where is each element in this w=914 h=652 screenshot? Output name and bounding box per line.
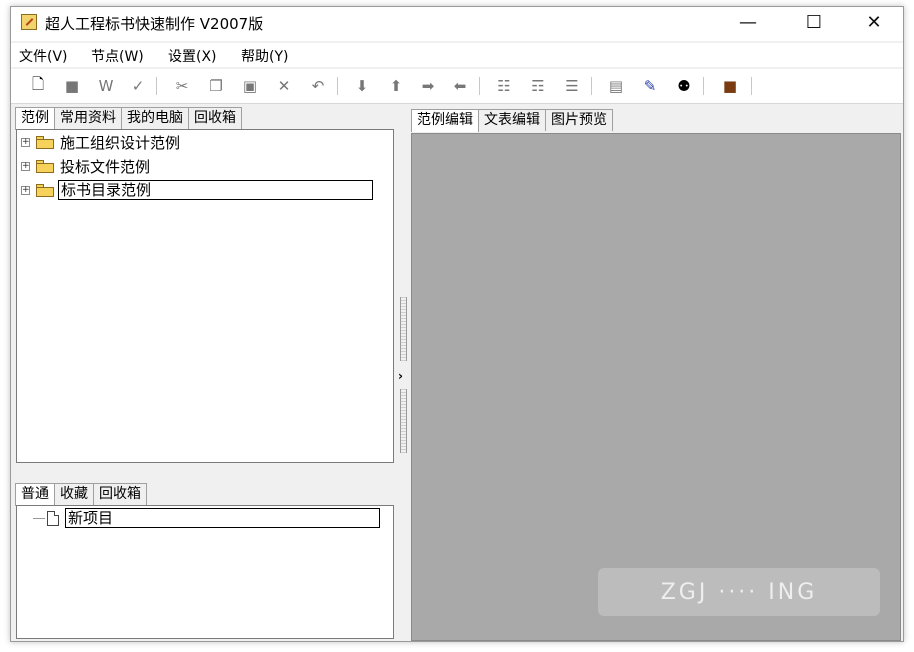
menu-bar: 文件(V) 节点(W) 设置(X) 帮助(Y) bbox=[11, 43, 903, 67]
paste-icon[interactable]: ▣ bbox=[239, 75, 261, 97]
app-window: 超人工程标书快速制作 V2007版 — ☐ ✕ 文件(V) 节点(W) 设置(X… bbox=[10, 6, 904, 642]
toolbar-separator bbox=[479, 77, 480, 95]
editor-area[interactable]: ZGJ ···· ING bbox=[411, 133, 901, 641]
move-right-icon[interactable]: ➡ bbox=[417, 75, 439, 97]
tree-item-label: 标书目录范例 bbox=[58, 180, 373, 200]
new-file-icon[interactable]: 🗋 bbox=[27, 75, 49, 97]
document-icon bbox=[47, 510, 59, 526]
tree-item-label: 施工组织设计范例 bbox=[60, 133, 181, 152]
template-pane: 范例 常用资料 我的电脑 回收箱 + 施工组织设计范例 + 投标文件范例 + 标… bbox=[15, 107, 396, 463]
edit-note-icon[interactable]: ✎ bbox=[639, 75, 661, 97]
tab-examples[interactable]: 范例 bbox=[15, 107, 55, 130]
tab-favorites[interactable]: 收藏 bbox=[54, 483, 94, 505]
tree-line bbox=[33, 517, 45, 519]
menu-node[interactable]: 节点(W) bbox=[91, 46, 144, 66]
move-top-icon[interactable]: ⬆ bbox=[385, 75, 407, 97]
watermark: ZGJ ···· ING bbox=[598, 568, 880, 616]
template-tabs: 范例 常用资料 我的电脑 回收箱 bbox=[15, 107, 242, 130]
save-icon[interactable]: ■ bbox=[61, 75, 83, 97]
menu-file[interactable]: 文件(V) bbox=[19, 46, 68, 66]
project-tabs: 普通 收藏 回收箱 bbox=[15, 483, 147, 506]
tab-recycle-bin[interactable]: 回收箱 bbox=[188, 107, 242, 129]
tab-normal[interactable]: 普通 bbox=[15, 483, 55, 506]
minimize-button[interactable]: — bbox=[725, 7, 771, 41]
node-merge-icon[interactable]: ☰ bbox=[561, 75, 583, 97]
tab-common-materials[interactable]: 常用资料 bbox=[54, 107, 122, 129]
project-item[interactable]: 新项目 bbox=[33, 507, 380, 529]
menu-help[interactable]: 帮助(Y) bbox=[241, 46, 288, 66]
exit-icon[interactable]: ■ bbox=[719, 75, 741, 97]
editor-pane: 范例编辑 文表编辑 图片预览 ZGJ ···· ING bbox=[411, 107, 901, 641]
undo-icon[interactable]: ↶ bbox=[307, 75, 329, 97]
find-icon[interactable]: ⚉ bbox=[673, 75, 695, 97]
app-logo-icon bbox=[21, 14, 37, 30]
toolbar: 🗋 ■ W ✓ ✂ ❐ ▣ ✕ ↶ ⬇ ⬆ ➡ ⬅ ☷ ☶ ☰ ▤ ✎ ⚉ ■ bbox=[11, 69, 903, 104]
project-pane: 普通 收藏 回收箱 新项目 bbox=[15, 483, 396, 641]
move-left-icon[interactable]: ⬅ bbox=[449, 75, 471, 97]
move-up-icon[interactable]: ⬇ bbox=[351, 75, 373, 97]
tab-recycle[interactable]: 回收箱 bbox=[93, 483, 147, 505]
delete-icon[interactable]: ✕ bbox=[273, 75, 295, 97]
toolbar-separator bbox=[337, 77, 338, 95]
project-item-label: 新项目 bbox=[65, 508, 380, 528]
tree-item[interactable]: + 投标文件范例 bbox=[21, 155, 152, 177]
toolbar-separator bbox=[751, 77, 752, 95]
tab-text-table-edit[interactable]: 文表编辑 bbox=[478, 109, 546, 131]
toolbar-separator bbox=[591, 77, 592, 95]
editor-tabs: 范例编辑 文表编辑 图片预览 bbox=[411, 109, 613, 132]
cut-icon[interactable]: ✂ bbox=[171, 75, 193, 97]
template-tree[interactable]: + 施工组织设计范例 + 投标文件范例 + 标书目录范例 bbox=[16, 129, 394, 463]
splitter-grip[interactable] bbox=[400, 389, 407, 453]
tree-item[interactable]: + 标书目录范例 bbox=[21, 179, 373, 201]
toolbar-separator bbox=[703, 77, 704, 95]
menu-settings[interactable]: 设置(X) bbox=[168, 46, 217, 66]
expand-icon[interactable]: + bbox=[21, 161, 30, 171]
toolbar-separator bbox=[156, 77, 157, 95]
chevron-right-icon[interactable]: › bbox=[398, 369, 403, 383]
tab-example-edit[interactable]: 范例编辑 bbox=[411, 109, 479, 132]
project-tree[interactable]: 新项目 bbox=[16, 505, 394, 639]
tree-item[interactable]: + 施工组织设计范例 bbox=[21, 131, 182, 153]
splitter-grip[interactable] bbox=[400, 297, 407, 361]
title-bar: 超人工程标书快速制作 V2007版 — ☐ ✕ bbox=[11, 7, 903, 41]
folder-icon bbox=[36, 183, 54, 197]
expand-icon[interactable]: + bbox=[21, 185, 30, 195]
vertical-splitter[interactable]: › bbox=[397, 107, 409, 641]
edit-icon[interactable]: W bbox=[95, 75, 117, 97]
tab-my-computer[interactable]: 我的电脑 bbox=[121, 107, 189, 129]
node-child-icon[interactable]: ☶ bbox=[527, 75, 549, 97]
folder-icon bbox=[36, 159, 54, 173]
properties-icon[interactable]: ▤ bbox=[605, 75, 627, 97]
copy-icon[interactable]: ❐ bbox=[205, 75, 227, 97]
tab-image-preview[interactable]: 图片预览 bbox=[545, 109, 613, 131]
window-title: 超人工程标书快速制作 V2007版 bbox=[45, 15, 264, 33]
tree-item-label: 投标文件范例 bbox=[60, 157, 151, 176]
close-button[interactable]: ✕ bbox=[851, 7, 897, 41]
node-add-icon[interactable]: ☷ bbox=[493, 75, 515, 97]
folder-icon bbox=[36, 135, 54, 149]
spell-icon[interactable]: ✓ bbox=[127, 75, 149, 97]
expand-icon[interactable]: + bbox=[21, 137, 30, 147]
maximize-button[interactable]: ☐ bbox=[791, 7, 837, 41]
